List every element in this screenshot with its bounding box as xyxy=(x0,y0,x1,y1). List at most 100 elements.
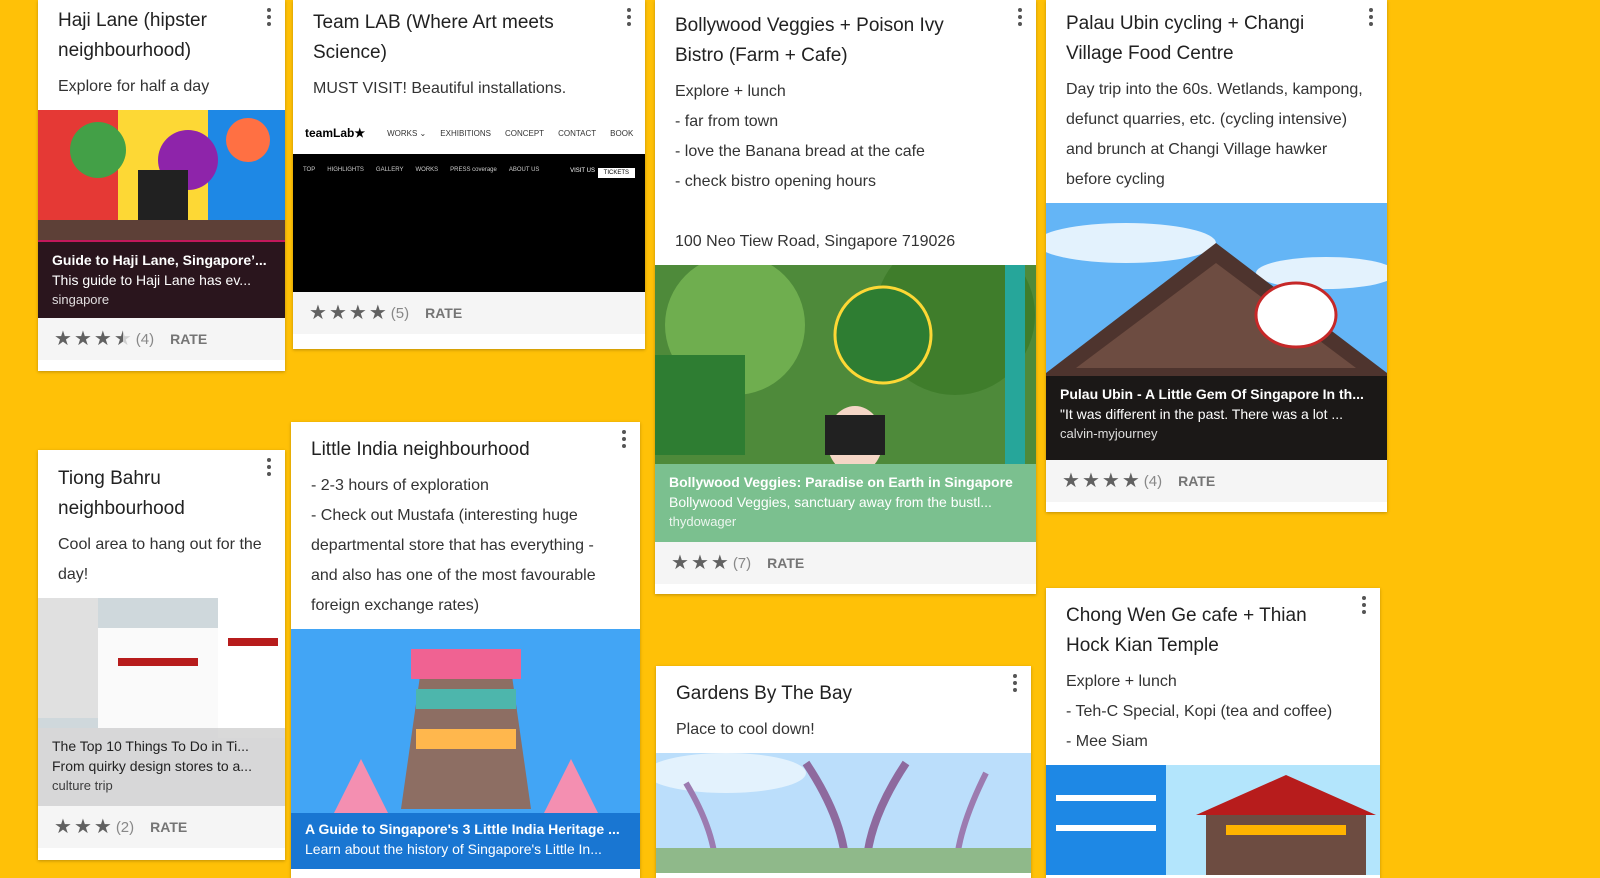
link-info[interactable]: Bollywood Veggies: Paradise on Earth in … xyxy=(655,464,1036,542)
link-title: A Guide to Singapore's 3 Little India He… xyxy=(305,821,620,837)
rating-count: (5) xyxy=(390,304,410,322)
star-rating[interactable]: ★ ★ ★ xyxy=(671,553,729,573)
card-title: Palau Ubin cycling + Changi Village Food… xyxy=(1066,13,1305,64)
link-source: thydowager xyxy=(669,514,737,529)
link-source: culture trip xyxy=(52,778,113,793)
site-menu-item: BOOK xyxy=(610,128,634,138)
site-nav-item: HIGHLIGHTS xyxy=(327,167,364,173)
star-icon: ★ xyxy=(1062,470,1080,492)
link-preview[interactable]: Guide to Haji Lane, Singapore’... This g… xyxy=(38,110,285,318)
star-icon: ★ xyxy=(73,816,92,838)
rating-count: (4) xyxy=(1143,472,1163,490)
link-source: calvin-myjourney xyxy=(1060,426,1158,441)
site-logo: teamLab★ xyxy=(305,126,366,140)
site-menu-item: CONTACT xyxy=(558,128,597,138)
star-icon: ★ xyxy=(1121,470,1140,492)
rating-bar: ★ ★ ★ (7) RATE xyxy=(655,542,1036,584)
star-icon: ★ xyxy=(690,552,709,574)
rating-bar: ★ ★ ★ ★ (4) RATE xyxy=(38,318,285,360)
card-title: Chong Wen Ge cafe + Thian Hock Kian Temp… xyxy=(1066,605,1307,656)
star-rating[interactable]: ★ ★ ★ xyxy=(54,817,112,837)
card-description: Day trip into the 60s. Wetlands, kampong… xyxy=(1066,81,1363,188)
rating-count: (7) xyxy=(732,554,752,572)
star-icon: ★ xyxy=(73,328,92,350)
card-haji-lane[interactable]: Haji Lane (hipster neighbourhood) Explor… xyxy=(38,0,285,371)
star-rating[interactable]: ★ ★ ★ ★ xyxy=(309,303,387,323)
link-description: From quirky design stores to a... xyxy=(52,758,252,774)
link-info[interactable]: Pulau Ubin - A Little Gem Of Singapore I… xyxy=(1046,376,1387,460)
site-nav-item: PRESS coverage xyxy=(450,167,497,173)
star-icon: ★ xyxy=(93,328,112,350)
star-icon: ★ xyxy=(93,816,112,838)
chong-wen-ge-image xyxy=(1046,765,1380,875)
star-icon: ★ xyxy=(710,552,729,574)
more-vert-icon[interactable] xyxy=(621,4,637,30)
link-info[interactable]: Guide to Haji Lane, Singapore’... This g… xyxy=(38,242,285,318)
link-info[interactable]: The Top 10 Things To Do in Ti... From qu… xyxy=(38,728,285,806)
rate-button[interactable]: RATE xyxy=(425,305,462,321)
site-nav-item: TOP xyxy=(303,167,316,173)
star-icon: ★ xyxy=(309,302,327,324)
link-preview[interactable]: teamLab★ WORKS ⌄ EXHIBITIONS CONCEPT CON… xyxy=(293,112,645,292)
card-gardens-by-the-bay[interactable]: Gardens By The Bay Place to cool down! xyxy=(656,666,1031,878)
card-title: Tiong Bahru neighbourhood xyxy=(58,468,185,519)
link-description: Learn about the history of Singapore's L… xyxy=(305,841,602,857)
more-vert-icon[interactable] xyxy=(261,4,277,30)
link-description: This guide to Haji Lane has ev... xyxy=(52,272,251,288)
card-description: - 2-3 hours of exploration - Check out M… xyxy=(311,477,596,614)
star-icon: ★ xyxy=(671,552,689,574)
site-header: teamLab★ WORKS ⌄ EXHIBITIONS CONCEPT CON… xyxy=(293,112,645,154)
rating-bar: ★ ★ ★ (2) RATE xyxy=(38,806,285,848)
link-description: "It was different in the past. There was… xyxy=(1060,406,1344,422)
more-vert-icon[interactable] xyxy=(261,454,277,480)
rate-button[interactable]: RATE xyxy=(170,331,207,347)
link-preview[interactable]: The Top 10 Things To Do in Ti... From qu… xyxy=(38,598,285,806)
link-preview[interactable]: Bollywood Veggies: Paradise on Earth in … xyxy=(655,265,1036,542)
site-nav-item: GALLERY xyxy=(375,167,404,173)
card-pulau-ubin[interactable]: Palau Ubin cycling + Changi Village Food… xyxy=(1046,0,1387,512)
more-vert-icon[interactable] xyxy=(1356,592,1372,618)
more-vert-icon[interactable] xyxy=(1012,4,1028,30)
link-preview[interactable] xyxy=(656,753,1031,873)
link-preview[interactable]: Pulau Ubin - A Little Gem Of Singapore I… xyxy=(1046,203,1387,460)
site-menu-item: CONCEPT xyxy=(504,128,545,138)
rate-button[interactable]: RATE xyxy=(767,555,804,571)
star-icon: ★ xyxy=(328,302,347,324)
more-vert-icon[interactable] xyxy=(1007,670,1023,696)
card-tiong-bahru[interactable]: Tiong Bahru neighbourhood Cool area to h… xyxy=(38,450,285,860)
card-description: Place to cool down! xyxy=(676,721,815,738)
card-little-india[interactable]: Little India neighbourhood - 2-3 hours o… xyxy=(291,422,640,878)
link-preview[interactable] xyxy=(1046,765,1380,875)
card-bollywood-veggies[interactable]: Bollywood Veggies + Poison Ivy Bistro (F… xyxy=(655,0,1036,594)
rating-count: (4) xyxy=(135,330,155,348)
card-title: Bollywood Veggies + Poison Ivy Bistro (F… xyxy=(675,15,944,66)
rating-count: (2) xyxy=(115,818,135,836)
star-rating[interactable]: ★ ★ ★ ★ xyxy=(1062,471,1140,491)
card-teamlab[interactable]: Team LAB (Where Art meets Science) MUST … xyxy=(293,0,645,349)
link-preview[interactable]: A Guide to Singapore's 3 Little India He… xyxy=(291,629,640,869)
more-vert-icon[interactable] xyxy=(616,426,632,452)
star-half-icon: ★ xyxy=(113,328,132,350)
link-info[interactable]: A Guide to Singapore's 3 Little India He… xyxy=(291,813,640,869)
star-icon: ★ xyxy=(54,328,72,350)
link-title: The Top 10 Things To Do in Ti... xyxy=(52,738,249,754)
star-icon: ★ xyxy=(368,302,387,324)
link-source: singapore xyxy=(52,292,110,307)
site-menu-item: WORKS ⌄ xyxy=(387,128,427,138)
gardens-by-the-bay-image xyxy=(656,753,1031,873)
more-vert-icon[interactable] xyxy=(1363,4,1379,30)
link-title: Pulau Ubin - A Little Gem Of Singapore I… xyxy=(1060,386,1364,402)
site-nav-item: ABOUT US xyxy=(508,167,540,173)
star-rating[interactable]: ★ ★ ★ ★ xyxy=(54,329,132,349)
site-visit: VISIT US xyxy=(570,168,595,174)
rating-bar: ★ ★ ★ ★ (5) RATE xyxy=(293,292,645,334)
card-description: Explore for half a day xyxy=(58,78,210,95)
card-description: Explore + lunch - far from town - love t… xyxy=(675,83,956,250)
card-chong-wen-ge[interactable]: Chong Wen Ge cafe + Thian Hock Kian Temp… xyxy=(1046,588,1380,878)
star-icon: ★ xyxy=(348,302,367,324)
site-tickets: TICKETS xyxy=(597,168,635,178)
site-menu-item: EXHIBITIONS xyxy=(440,128,491,138)
rate-button[interactable]: RATE xyxy=(150,819,187,835)
rate-button[interactable]: RATE xyxy=(1178,473,1215,489)
star-icon: ★ xyxy=(1101,470,1120,492)
